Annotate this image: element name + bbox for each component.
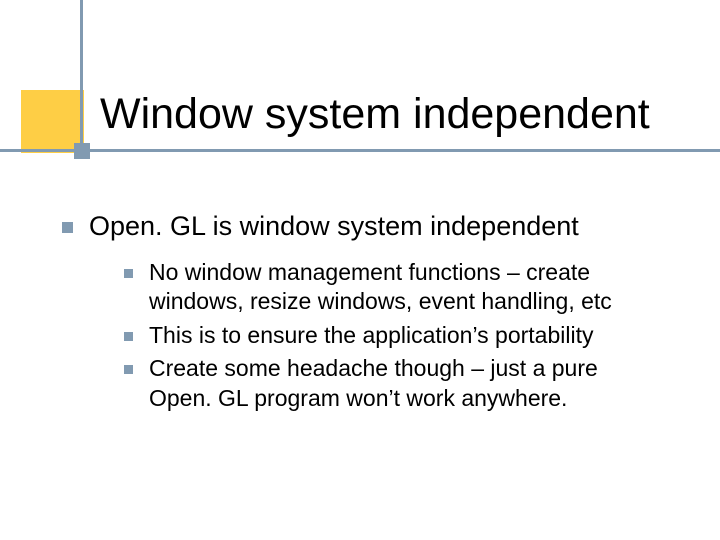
accent-square-small bbox=[74, 143, 90, 159]
list-item: Create some headache though – just a pur… bbox=[124, 354, 664, 413]
square-bullet-icon bbox=[124, 332, 133, 341]
list-item-text: This is to ensure the application’s port… bbox=[149, 321, 593, 350]
square-bullet-icon bbox=[62, 222, 73, 233]
list-item: This is to ensure the application’s port… bbox=[124, 321, 664, 350]
accent-horizontal-bar bbox=[0, 149, 720, 152]
sub-list: No window management functions – create … bbox=[124, 258, 664, 413]
slide-body: Open. GL is window system independent No… bbox=[62, 210, 662, 417]
accent-vertical-bar bbox=[80, 0, 83, 158]
list-item: Open. GL is window system independent bbox=[62, 210, 662, 244]
slide-title: Window system independent bbox=[100, 90, 650, 139]
square-bullet-icon bbox=[124, 269, 133, 278]
list-item-text: Create some headache though – just a pur… bbox=[149, 354, 664, 413]
list-item-text: Open. GL is window system independent bbox=[89, 210, 579, 244]
square-bullet-icon bbox=[124, 365, 133, 374]
list-item: No window management functions – create … bbox=[124, 258, 664, 317]
list-item-text: No window management functions – create … bbox=[149, 258, 664, 317]
